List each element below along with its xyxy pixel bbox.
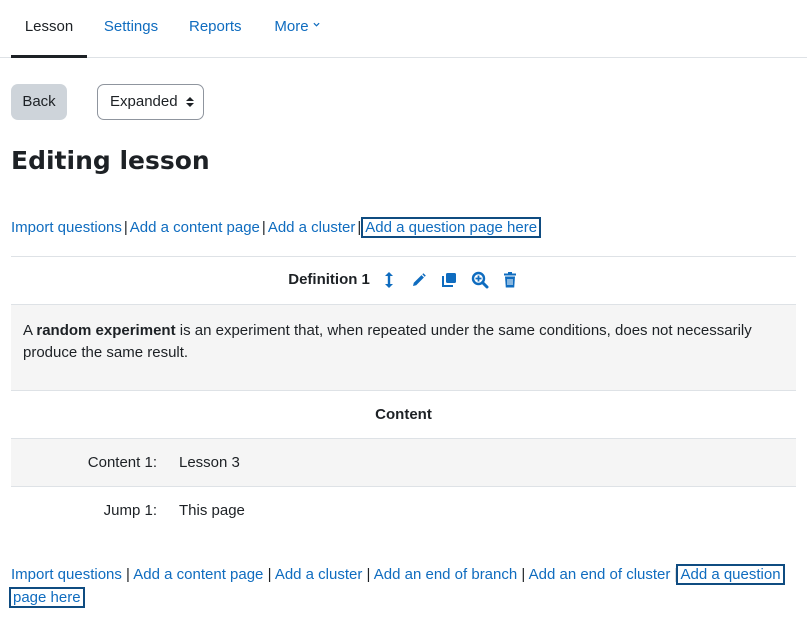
sort-caret-icon <box>186 97 194 107</box>
move-icon[interactable] <box>380 271 398 289</box>
table-row: Jump 1: This page <box>11 486 796 534</box>
view-mode-value: Expanded <box>110 93 178 110</box>
edit-icon[interactable] <box>410 271 428 289</box>
tab-lesson[interactable]: Lesson <box>11 0 87 58</box>
tab-reports[interactable]: Reports <box>189 0 242 58</box>
delete-icon[interactable] <box>501 271 519 289</box>
add-end-of-cluster-link[interactable]: Add an end of cluster <box>529 566 671 583</box>
tab-more-label: More <box>274 18 309 35</box>
add-end-of-branch-link[interactable]: Add an end of branch <box>374 566 517 583</box>
lesson-page-contents: A random experiment is an experiment tha… <box>11 304 796 390</box>
add-question-page-link[interactable]: Add a question page here <box>361 217 542 238</box>
lesson-page-title: Definition 1 <box>288 271 370 289</box>
duplicate-icon[interactable] <box>440 271 458 289</box>
link-text-line-2: page here <box>13 589 81 606</box>
bottom-action-links: Import questions | Add a content page | … <box>9 563 801 609</box>
desc-bold-term: random experiment <box>36 322 176 339</box>
content-header: Content <box>11 390 796 438</box>
separator: | <box>121 566 134 583</box>
top-action-links: Import questions | Add a content page | Add … <box>11 217 542 238</box>
add-cluster-link[interactable]: Add a cluster <box>275 566 363 583</box>
lesson-page-header: Definition 1 <box>11 256 796 304</box>
separator: | <box>123 219 128 236</box>
page-title: Editing lesson <box>11 146 210 175</box>
preview-zoom-icon[interactable] <box>471 271 489 289</box>
separator: | <box>362 566 374 583</box>
back-button[interactable]: Back <box>11 84 67 120</box>
row-value: Lesson 3 <box>179 454 240 471</box>
tab-more[interactable]: More <box>271 0 323 58</box>
separator: | <box>261 219 266 236</box>
import-questions-link[interactable]: Import questions <box>11 566 122 583</box>
add-question-page-link[interactable]: Add a question <box>676 564 785 585</box>
view-mode-select[interactable]: Expanded <box>97 84 204 120</box>
chevron-down-icon <box>313 22 320 27</box>
add-content-page-link[interactable]: Add a content page <box>133 566 263 583</box>
row-value: This page <box>179 502 245 519</box>
link-text-line-1: Add a question <box>680 566 781 583</box>
tab-settings[interactable]: Settings <box>103 0 159 58</box>
desc-prefix: A <box>23 322 37 339</box>
add-cluster-link[interactable]: Add a cluster <box>268 219 356 236</box>
add-question-page-link-continued[interactable]: page here <box>9 587 85 608</box>
desc-line-2: produce the same result. <box>23 344 189 361</box>
import-questions-link[interactable]: Import questions <box>11 219 122 236</box>
desc-rest: is an experiment that, when repeated und… <box>175 322 752 339</box>
separator: | <box>517 566 529 583</box>
row-label: Content 1: <box>87 454 157 471</box>
row-label: Jump 1: <box>103 502 157 519</box>
table-row: Content 1: Lesson 3 <box>11 438 796 486</box>
secondary-navigation: Lesson Settings Reports More <box>0 0 807 58</box>
separator: | <box>263 566 275 583</box>
add-content-page-link[interactable]: Add a content page <box>130 219 260 236</box>
